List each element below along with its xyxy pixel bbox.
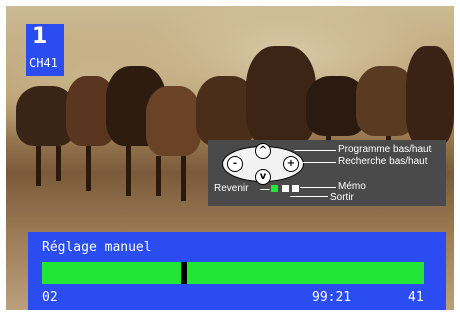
memo-key-icon [282,185,289,192]
dpad-up-icon: ^ [255,143,271,159]
dpad-left-icon: - [227,156,243,172]
help-search-label: Recherche bas/haut [338,156,428,167]
fine-tune-bar[interactable] [42,262,424,284]
channel-name: CH41 [29,56,58,70]
help-back-label: Revenir [214,183,249,194]
left-value: 02 [42,290,58,305]
help-exit-label: Sortir [330,192,354,203]
panel-title: Réglage manuel [42,240,152,255]
help-program-label: Programme bas/haut [338,144,432,155]
dpad-down-icon: v [255,169,271,185]
frequency-value: 99:21 [312,290,352,305]
exit-key-icon [292,185,299,192]
green-key-icon [271,185,278,192]
dpad-icon: ^ v - + [222,143,304,185]
channel-indicator: 1 CH41 [26,24,64,76]
tv-screen: 1 CH41 ^ v - + Programme bas/haut Recher… [6,6,454,310]
help-memo-label: Mémo [338,181,366,192]
remote-help-overlay: ^ v - + Programme bas/haut Recherche bas… [208,140,446,206]
channel-number: 1 [32,24,48,49]
right-value: 41 [408,290,424,305]
dpad-right-icon: + [283,156,299,172]
fine-tune-marker[interactable] [181,262,187,284]
manual-tuning-panel: Réglage manuel 02 99:21 41 [28,232,446,310]
